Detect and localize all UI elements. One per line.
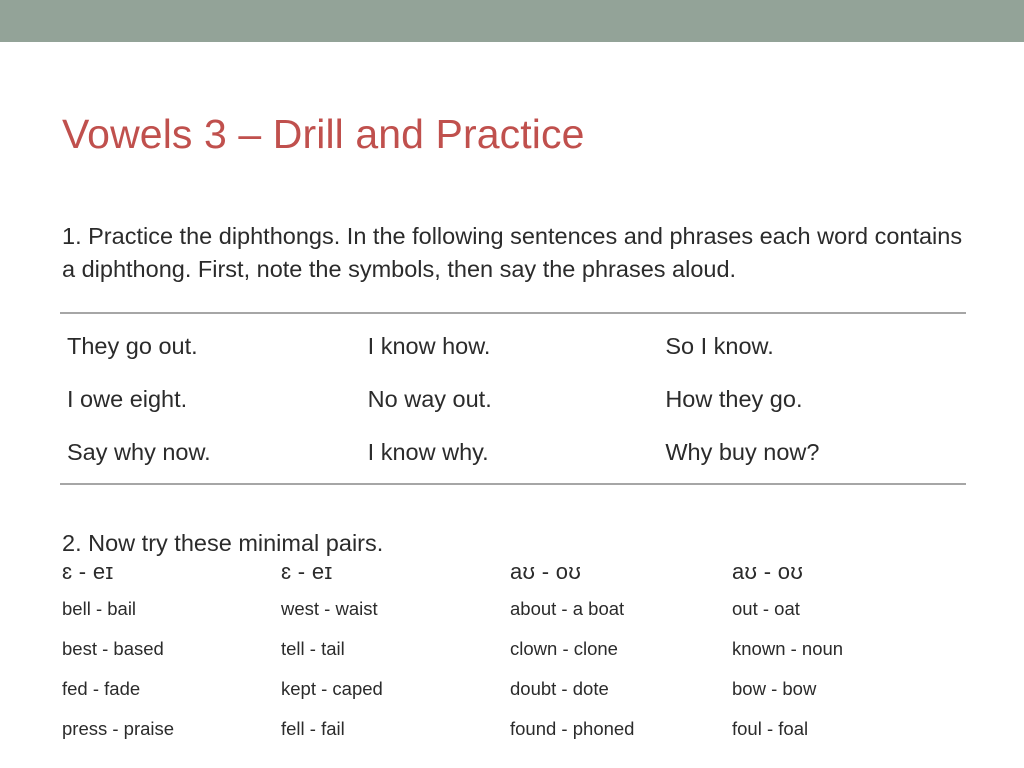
top-accent-bar — [0, 0, 1024, 42]
phrase-cell: Why buy now? — [665, 439, 820, 465]
list-item: bell - bail — [62, 598, 137, 620]
minimal-pairs-grid: ɛ - eɪ bell - bail best - based fed - fa… — [62, 559, 1002, 739]
list-item: best - based — [62, 638, 164, 660]
table-row: Say why now. I know why. Why buy now? — [60, 426, 966, 484]
phrase-cell: Say why now. — [67, 439, 211, 465]
phrase-cell: No way out. — [367, 386, 492, 412]
phrase-cell: How they go. — [665, 386, 803, 412]
instruction-paragraph-2: 2. Now try these minimal pairs. — [62, 529, 384, 556]
table-row: They go out. I know how. So I know. — [60, 313, 966, 373]
list-item: about - a boat — [510, 598, 625, 620]
ipa-symbol-heading: ɛ - eɪ — [281, 559, 333, 584]
list-item: press - praise — [62, 717, 175, 739]
list-item: found - phoned — [510, 717, 635, 739]
ipa-symbol-heading: ɛ - eɪ — [62, 559, 114, 584]
instruction-paragraph-1: 1. Practice the diphthongs. In the follo… — [62, 222, 963, 282]
phrases-table: They go out. I know how. So I know. I ow… — [60, 312, 966, 485]
slide-canvas: Vowels 3 – Drill and Practice 1. Practic… — [0, 0, 1024, 768]
list-item: known - noun — [732, 638, 844, 660]
phrase-cell: They go out. — [67, 333, 198, 359]
list-item: kept - caped — [281, 677, 383, 699]
minimal-pairs-column-1: ɛ - eɪ bell - bail best - based fed - fa… — [62, 559, 281, 739]
minimal-pairs-column-4: aʊ - oʊ out - oat known - noun bow - bow… — [732, 559, 954, 739]
ipa-symbol-heading: aʊ - oʊ — [732, 559, 804, 584]
list-item: foul - foal — [732, 717, 809, 739]
phrase-cell: I know why. — [367, 439, 489, 465]
list-item: clown - clone — [510, 638, 618, 660]
phrase-cell: I owe eight. — [67, 386, 188, 412]
list-item: out - oat — [732, 598, 800, 620]
phrase-cell: So I know. — [665, 333, 774, 359]
table-row: I owe eight. No way out. How they go. — [60, 373, 966, 426]
page-title: Vowels 3 – Drill and Practice — [62, 111, 585, 158]
list-item: fed - fade — [62, 677, 141, 699]
list-item: fell - fail — [281, 717, 345, 739]
list-item: tell - tail — [281, 638, 345, 660]
list-item: west - waist — [281, 598, 378, 620]
list-item: doubt - dote — [510, 677, 609, 699]
minimal-pairs-column-2: ɛ - eɪ west - waist tell - tail kept - c… — [281, 559, 510, 739]
list-item: bow - bow — [732, 677, 817, 699]
minimal-pairs-column-3: aʊ - oʊ about - a boat clown - clone dou… — [510, 559, 732, 739]
phrase-cell: I know how. — [367, 333, 491, 359]
ipa-symbol-heading: aʊ - oʊ — [510, 559, 582, 584]
